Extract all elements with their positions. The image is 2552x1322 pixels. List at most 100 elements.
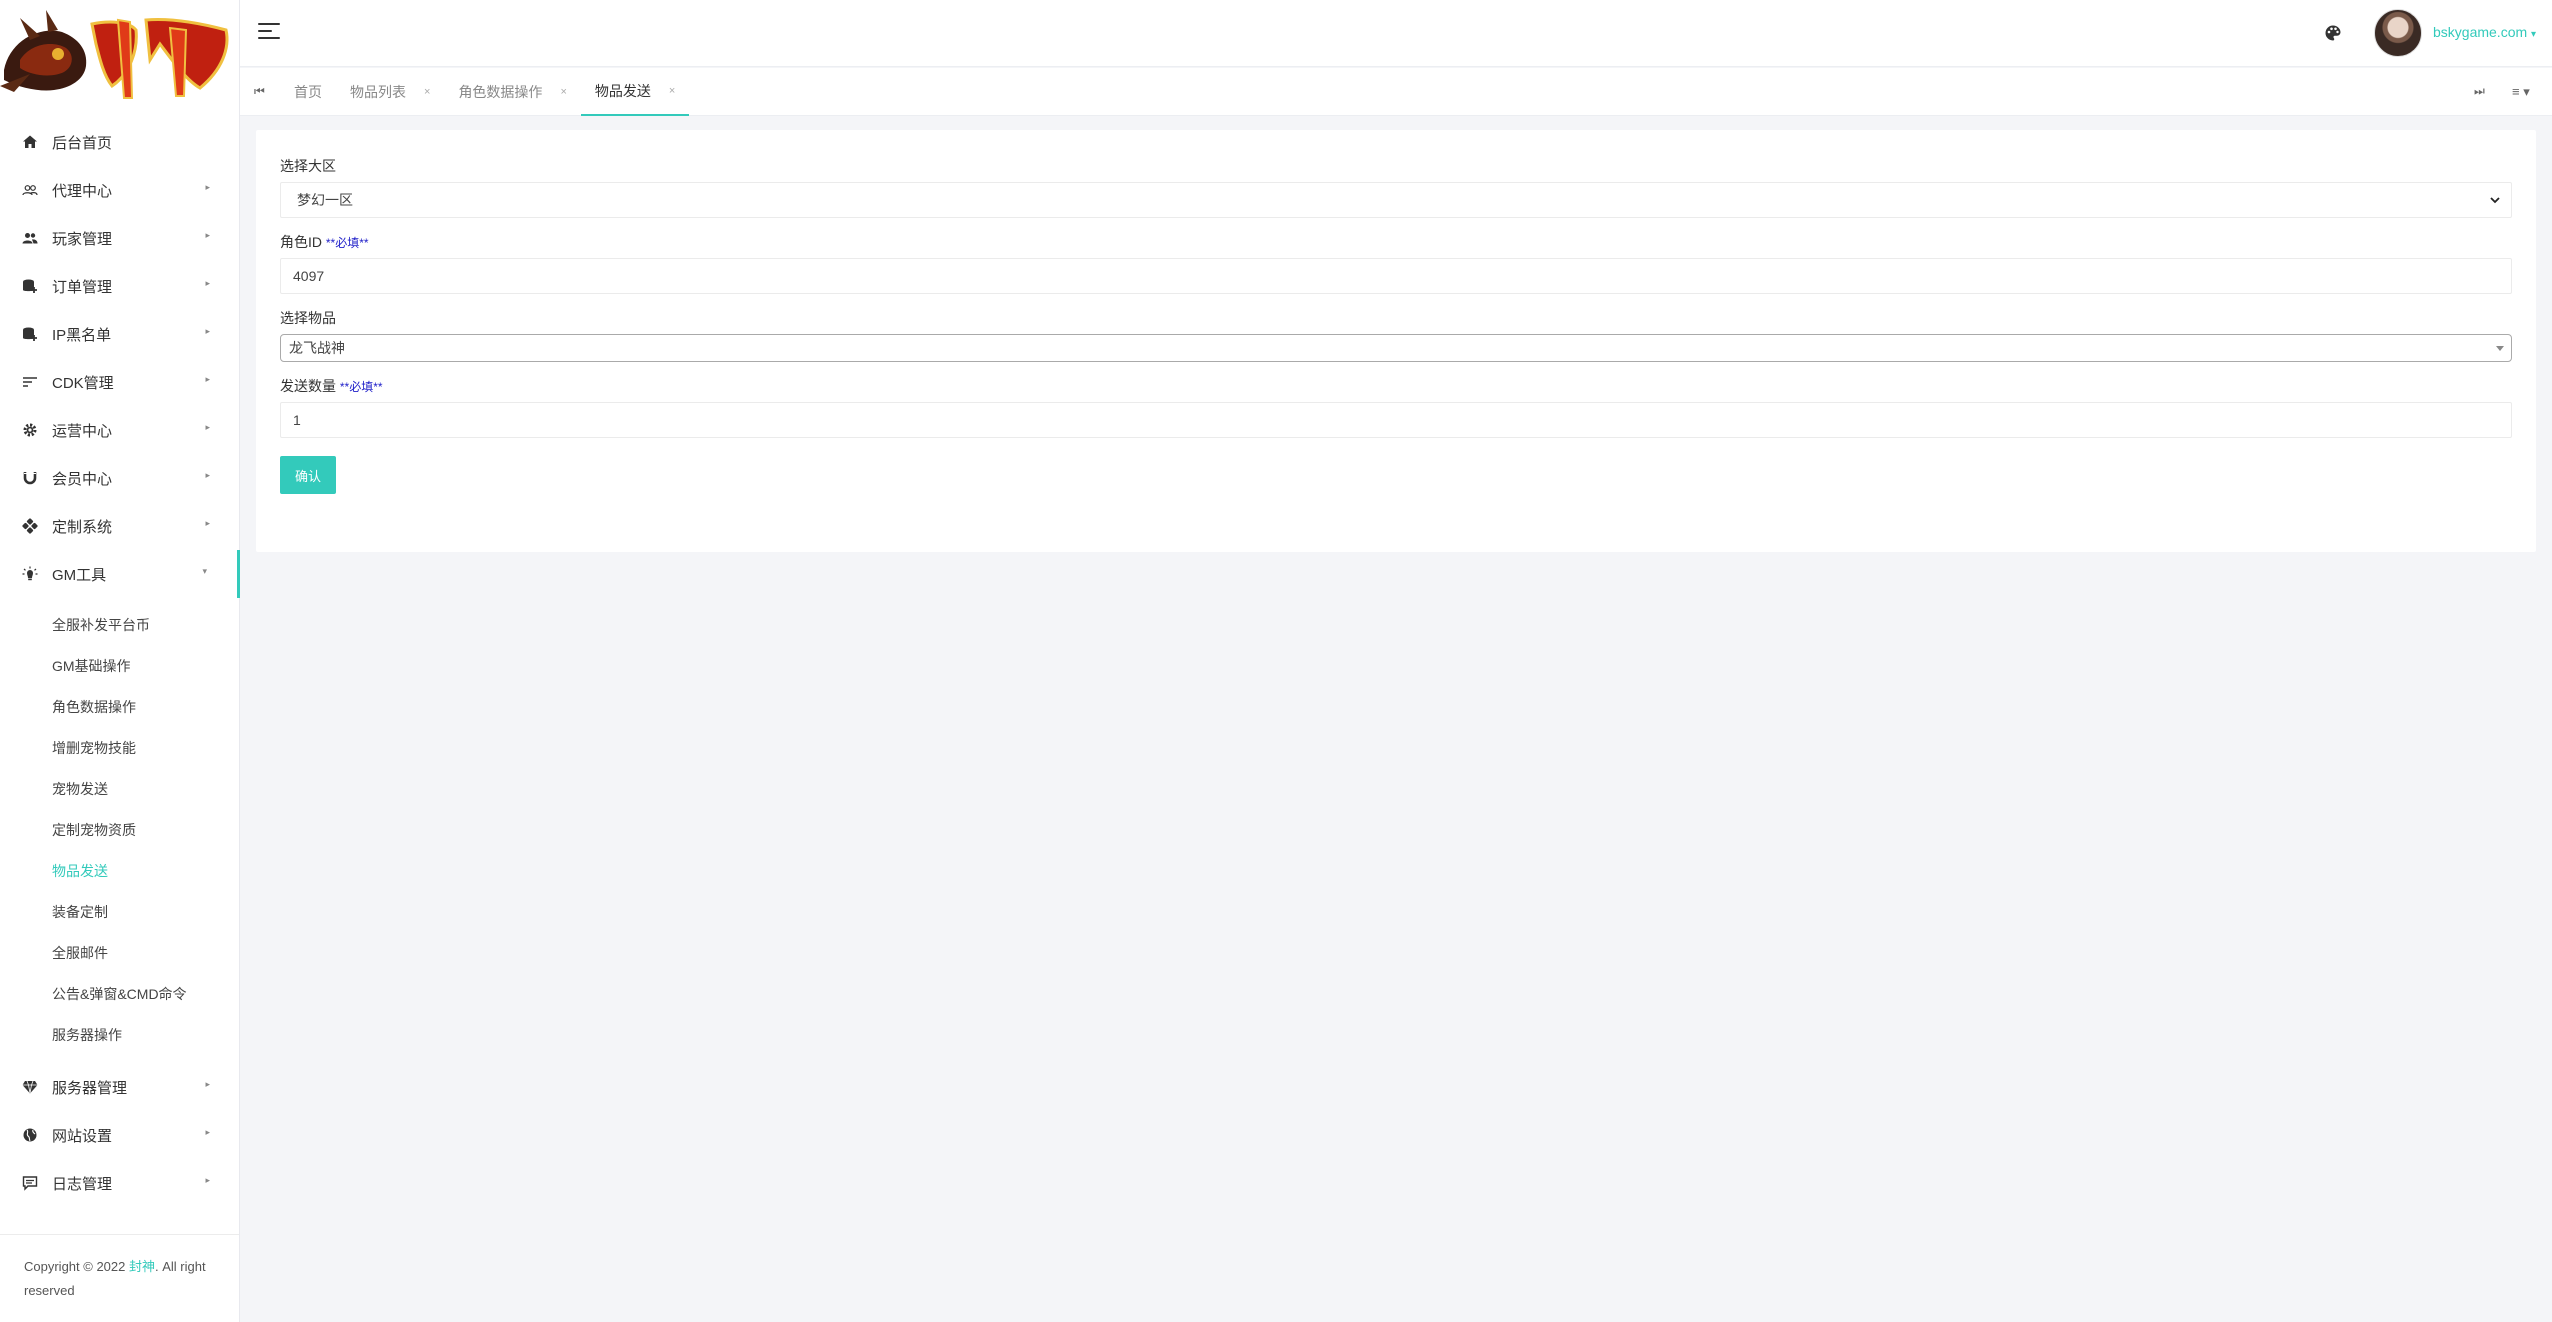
- sidebar-item-site-settings[interactable]: 网站设置 ▸: [0, 1111, 240, 1159]
- tab-item-send[interactable]: 物品发送 ×: [580, 68, 690, 116]
- tab-role-data[interactable]: 角色数据操作 ×: [444, 68, 580, 116]
- database-plus-icon: [22, 326, 38, 342]
- submenu-item[interactable]: 服务器操作: [0, 1014, 240, 1055]
- tab-home[interactable]: 首页: [280, 68, 336, 116]
- gear-icon: [22, 422, 38, 438]
- tab-list: 首页 物品列表 × 角色数据操作 × 物品发送 ×: [280, 68, 690, 116]
- tab-scroll-left-icon[interactable]: ⏮: [254, 84, 265, 99]
- sidebar-item-label: 代理中心: [52, 182, 113, 200]
- tab-label: 物品发送: [594, 83, 651, 99]
- region-select[interactable]: 梦幻一区: [280, 182, 2512, 218]
- region-label: 选择大区: [280, 158, 336, 174]
- chevron-down-icon: [2489, 193, 2501, 205]
- submenu-item[interactable]: 角色数据操作: [0, 686, 240, 727]
- copyright-footer: Copyright © 2022 封神. All right reserved: [0, 1234, 239, 1322]
- region-group: 选择大区 梦幻一区: [280, 156, 2512, 218]
- tab-label: 角色数据操作: [458, 84, 543, 100]
- submenu-item[interactable]: 全服补发平台币: [0, 604, 240, 645]
- sidebar-item-label: GM工具: [52, 566, 107, 584]
- confirm-button[interactable]: 确认: [280, 456, 336, 494]
- quantity-input[interactable]: 1: [280, 402, 2512, 438]
- sidebar-item-home[interactable]: 后台首页: [0, 118, 240, 166]
- sidebar-item-cdk[interactable]: CDK管理 ▸: [0, 358, 240, 406]
- required-hint: **必填**: [325, 236, 369, 250]
- item-select[interactable]: 龙飞战神: [280, 334, 2512, 362]
- lightbulb-icon: [22, 566, 38, 582]
- close-icon[interactable]: ×: [560, 86, 566, 98]
- submenu-item[interactable]: 定制宠物资质: [0, 809, 240, 850]
- copyright-brand-link[interactable]: 封神: [129, 1259, 155, 1274]
- sidebar-item-label: 网站设置: [52, 1127, 113, 1145]
- tab-item-list[interactable]: 物品列表 ×: [336, 68, 444, 116]
- sidebar-item-agent[interactable]: 代理中心 ▸: [0, 166, 240, 214]
- close-icon[interactable]: ×: [669, 85, 675, 97]
- sidebar-item-orders[interactable]: 订单管理 ▸: [0, 262, 240, 310]
- tab-label: 物品列表: [350, 84, 406, 100]
- home-icon: [22, 134, 38, 150]
- chevron-right-icon: ▸: [205, 230, 210, 240]
- sidebar-item-label: 定制系统: [52, 518, 113, 536]
- close-icon[interactable]: ×: [424, 86, 430, 98]
- sidebar-item-custom-system[interactable]: 定制系统 ▸: [0, 502, 240, 550]
- sidebar-item-label: 后台首页: [52, 134, 113, 152]
- users-icon: [22, 230, 38, 246]
- quantity-group: 发送数量 **必填** 1: [280, 376, 2512, 438]
- globe-icon: [22, 1127, 38, 1143]
- avatar[interactable]: [2374, 9, 2422, 57]
- sidebar-item-label: 玩家管理: [52, 230, 113, 248]
- sidebar-item-label: CDK管理: [52, 374, 114, 392]
- item-select-value: 龙飞战神: [289, 340, 345, 356]
- role-id-input[interactable]: 4097: [280, 258, 2512, 294]
- required-hint: **必填**: [339, 380, 383, 394]
- top-header: bskygame.com ▾: [240, 0, 2552, 67]
- quantity-value: 1: [293, 412, 301, 428]
- tab-scroll-right-icon[interactable]: ⏭: [2474, 84, 2485, 99]
- chevron-right-icon: ▸: [205, 1127, 210, 1137]
- sidebar-item-operations[interactable]: 运营中心 ▸: [0, 406, 240, 454]
- comment-icon: [22, 1175, 38, 1191]
- submenu-item[interactable]: 宠物发送: [0, 768, 240, 809]
- submenu-item[interactable]: 全服邮件: [0, 932, 240, 973]
- sidebar-item-members[interactable]: 会员中心 ▸: [0, 454, 240, 502]
- tab-options-icon[interactable]: ≡ ▾: [2512, 84, 2530, 100]
- sidebar-item-gm-tools[interactable]: GM工具 ▾: [0, 550, 240, 598]
- role-id-group: 角色ID **必填** 4097: [280, 232, 2512, 294]
- item-group: 选择物品 龙飞战神: [280, 308, 2512, 362]
- copyright-prefix: Copyright © 2022: [24, 1259, 129, 1274]
- sort-lines-icon: [22, 374, 38, 390]
- sidebar-item-ip-blacklist[interactable]: IP黑名单 ▸: [0, 310, 240, 358]
- chevron-right-icon: ▸: [205, 1079, 210, 1089]
- submenu-item[interactable]: GM基础操作: [0, 645, 240, 686]
- sidebar-item-logs[interactable]: 日志管理 ▸: [0, 1159, 240, 1207]
- sidebar-item-server-management[interactable]: 服务器管理 ▸: [0, 1063, 240, 1111]
- chevron-right-icon: ▸: [205, 278, 210, 288]
- submenu-item-active[interactable]: 物品发送: [0, 850, 240, 891]
- sidebar-item-label: 订单管理: [52, 278, 113, 296]
- chevron-right-icon: ▸: [205, 374, 210, 384]
- chevron-right-icon: ▸: [205, 326, 210, 336]
- logo[interactable]: [0, 0, 240, 110]
- chevron-right-icon: ▸: [205, 422, 210, 432]
- submenu-item[interactable]: 增删宠物技能: [0, 727, 240, 768]
- dropdown-arrow-icon: [2496, 346, 2504, 351]
- submenu-item[interactable]: 装备定制: [0, 891, 240, 932]
- role-id-value: 4097: [293, 268, 325, 284]
- chevron-down-icon: ▾: [202, 566, 207, 576]
- role-id-label: 角色ID **必填**: [280, 232, 2512, 250]
- sidebar-item-players[interactable]: 玩家管理 ▸: [0, 214, 240, 262]
- palette-icon[interactable]: [2324, 24, 2342, 42]
- users-outline-icon: [22, 182, 38, 198]
- username-label: bskygame.com: [2433, 24, 2528, 40]
- tab-bar: ⏮ 首页 物品列表 × 角色数据操作 × 物品发送 × ⏭ ≡ ▾: [240, 68, 2552, 116]
- item-send-form-card: 选择大区 梦幻一区 角色ID **必填** 4097 选择物品 龙飞战神 发送数…: [256, 130, 2536, 552]
- gamepad-icon: [22, 518, 38, 534]
- chevron-right-icon: ▸: [205, 182, 210, 192]
- sidebar: 后台首页 代理中心 ▸ 玩家管理 ▸ 订单管理 ▸ IP黑名单 ▸ CDK管理 …: [0, 0, 240, 1322]
- user-menu[interactable]: bskygame.com ▾: [2433, 24, 2536, 40]
- sidebar-item-label: 服务器管理: [52, 1079, 128, 1097]
- sidebar-item-label: 会员中心: [52, 470, 113, 488]
- menu-toggle-icon[interactable]: [258, 23, 280, 41]
- chevron-right-icon: ▸: [205, 1175, 210, 1185]
- submenu-item[interactable]: 公告&弹窗&CMD命令: [0, 973, 240, 1014]
- magnet-icon: [22, 470, 38, 486]
